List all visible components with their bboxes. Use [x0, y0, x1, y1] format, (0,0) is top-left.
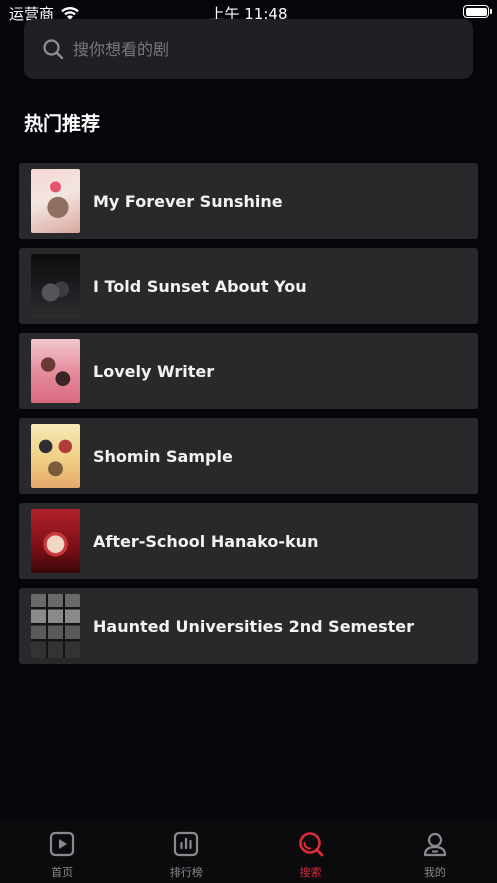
tab-label: 排行榜: [169, 866, 203, 879]
play-icon: [50, 831, 75, 857]
item-title: I Told Sunset About You: [93, 276, 307, 296]
item-title: My Forever Sunshine: [93, 191, 283, 211]
search-bar[interactable]: [24, 19, 473, 79]
user-icon: [423, 832, 446, 857]
poster-thumbnail: [31, 509, 80, 573]
list-item[interactable]: Lovely Writer: [19, 333, 478, 409]
item-title: Haunted Universities 2nd Semester: [93, 616, 414, 636]
search-icon: [43, 39, 64, 60]
list-item[interactable]: Shomin Sample: [19, 418, 478, 494]
tab-label: 我的: [423, 866, 446, 879]
search-screen: 运营商 上午 11:48 热门推荐 My Forever Sunshine I …: [0, 0, 497, 883]
poster-thumbnail: [31, 254, 80, 318]
poster-thumbnail: [31, 594, 80, 658]
recommendation-list: My Forever Sunshine I Told Sunset About …: [19, 163, 478, 673]
tab-home[interactable]: 首页: [0, 820, 124, 883]
battery-icon: [463, 5, 492, 18]
list-item[interactable]: I Told Sunset About You: [19, 248, 478, 324]
poster-thumbnail: [31, 169, 80, 233]
item-title: Shomin Sample: [93, 446, 233, 466]
tab-profile[interactable]: 我的: [373, 820, 497, 883]
section-title: 热门推荐: [24, 113, 101, 135]
tab-search[interactable]: 搜索: [249, 820, 373, 883]
item-title: Lovely Writer: [93, 361, 215, 381]
poster-thumbnail: [31, 424, 80, 488]
tab-ranking[interactable]: 排行榜: [124, 820, 248, 883]
search-icon: [298, 832, 324, 857]
tab-bar: 首页 排行榜 搜索 我的: [0, 820, 497, 883]
poster-thumbnail: [31, 339, 80, 403]
list-item[interactable]: My Forever Sunshine: [19, 163, 478, 239]
chart-icon: [174, 831, 199, 857]
list-item[interactable]: Haunted Universities 2nd Semester: [19, 588, 478, 664]
item-title: After-School Hanako-kun: [93, 531, 319, 551]
tab-label: 首页: [51, 866, 74, 879]
search-input[interactable]: [73, 39, 433, 59]
tab-label: 搜索: [299, 866, 322, 879]
list-item[interactable]: After-School Hanako-kun: [19, 503, 478, 579]
